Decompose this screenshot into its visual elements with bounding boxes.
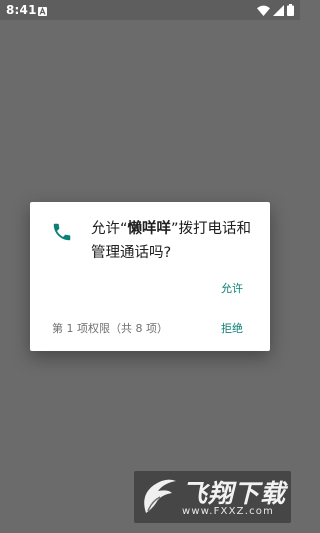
battery-icon (287, 4, 294, 16)
allow-button[interactable]: 允许 (221, 280, 243, 296)
phone-icon (51, 221, 73, 243)
deny-button[interactable]: 拒绝 (221, 320, 243, 336)
watermark-title: 飞翔下载 (182, 479, 287, 508)
app-name: 懒咩咩 (127, 221, 172, 237)
watermark: 飞翔下载 www.FXXZ.com (134, 471, 291, 523)
watermark-logo-icon (138, 475, 178, 519)
notification-a-icon (38, 5, 47, 16)
permission-dialog: 允许“懒咩咩”拨打电话和管理通话吗? 允许 第 1 项权限（共 8 项） 拒绝 (30, 202, 270, 351)
watermark-url: www.FXXZ.com (182, 506, 275, 517)
dialog-message: 允许“懒咩咩”拨打电话和管理通话吗? (91, 217, 263, 265)
wifi-icon (257, 5, 270, 16)
status-time: 8:41 (6, 3, 37, 17)
status-bar: 8:41 (0, 0, 300, 20)
permission-counter: 第 1 项权限（共 8 项） (52, 322, 168, 335)
message-prefix: 允许“ (91, 221, 128, 237)
status-icons (257, 4, 294, 16)
cell-signal-icon (273, 4, 284, 16)
